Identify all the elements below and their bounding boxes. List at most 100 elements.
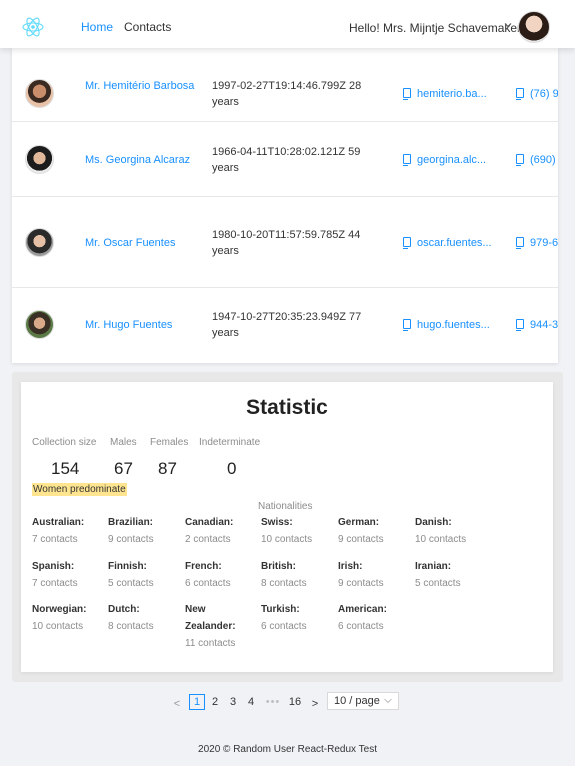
next-page-button[interactable]: > [309,696,321,712]
nationality-item: Turkish: 6 contacts [261,601,337,635]
phone-text: (690) [530,154,556,166]
contact-email[interactable]: oscar.fuentes... [403,235,498,251]
react-logo-icon[interactable] [21,15,45,39]
females-value: 87 [158,459,177,478]
nationality-count: 7 contacts [32,578,78,589]
prev-page-button[interactable]: < [171,696,183,712]
nationality-count: 9 contacts [338,578,384,589]
males-label: Males [110,437,137,448]
nationality-item: Dutch: 8 contacts [108,601,184,635]
phone-text: (76) 9! [530,88,558,100]
table-row: Ms. Georgina Alcaraz 1966-04-11T10:28:02… [12,123,558,197]
nationality-country: German: [338,517,380,528]
contact-email[interactable]: georgina.alc... [403,152,498,168]
footer: 2020 © Random User React-Redux Test [198,744,377,755]
nationality-country: Norwegian: [32,604,87,615]
top-header: Home Contacts Hello! Mrs. Mijntje Schave… [0,0,575,48]
nationality-count: 9 contacts [108,534,154,545]
contact-email[interactable]: hemiterio.ba... [403,86,498,102]
nationality-item: Norwegian: 10 contacts [32,601,108,635]
nationality-country: Australian: [32,517,85,528]
copy-icon[interactable] [403,154,411,166]
user-avatar[interactable] [518,11,550,43]
table-row: Mr. Oscar Fuentes 1980-10-20T11:57:59.78… [12,198,558,288]
nationality-count: 8 contacts [261,578,307,589]
nationality-count: 9 contacts [338,534,384,545]
nationality-count: 5 contacts [108,578,154,589]
males-value: 67 [114,459,133,478]
nationality-country: British: [261,561,296,572]
email-text: oscar.fuentes... [417,237,492,249]
collection-size-label: Collection size [32,437,97,448]
nationality-country: Iranian: [415,561,452,572]
table-row: Mr. Hemitério Barbosa 1997-02-27T19:14:4… [12,48,558,122]
nationality-count: 6 contacts [185,578,231,589]
copy-icon[interactable] [403,319,411,331]
page-4-button[interactable]: 4 [244,694,258,710]
contact-avatar [25,145,54,174]
page-2-button[interactable]: 2 [208,694,222,710]
nationality-item: Canadian: 2 contacts [185,514,261,548]
contact-name[interactable]: Ms. Georgina Alcaraz [85,152,195,168]
nationalities-title: Nationalities [258,501,313,512]
chevron-down-icon [384,698,392,704]
phone-text: 944-39 [530,319,558,331]
copy-icon[interactable] [516,154,524,166]
nationality-item: Danish: 10 contacts [415,514,491,548]
page-size-select[interactable]: 10 / page [327,692,399,710]
nationality-item: German: 9 contacts [338,514,414,548]
contacts-table: Mr. Hemitério Barbosa 1997-02-27T19:14:4… [12,48,558,363]
user-greeting[interactable]: Hello! Mrs. Mijntje Schavemaker [349,21,521,35]
nationality-item: Iranian: 5 contacts [415,558,491,592]
chevron-down-icon[interactable] [503,20,513,30]
nationality-item: Finnish: 5 contacts [108,558,184,592]
contact-phone[interactable]: (690) [516,152,558,168]
contact-name[interactable]: Mr. Hugo Fuentes [85,317,195,333]
contact-name[interactable]: Mr. Oscar Fuentes [85,235,195,251]
nationality-country: Danish: [415,517,452,528]
nationality-item: British: 8 contacts [261,558,337,592]
contact-phone[interactable]: 979-63 [516,235,558,251]
email-text: hugo.fuentes... [417,319,490,331]
copy-icon[interactable] [403,237,411,249]
nationality-country: Irish: [338,561,363,572]
page-16-button[interactable]: 16 [286,694,304,710]
nationality-country: French: [185,561,222,572]
nationality-item: Spanish: 7 contacts [32,558,108,592]
contact-phone[interactable]: 944-39 [516,317,558,333]
copy-icon[interactable] [516,237,524,249]
nationality-country: Spanish: [32,561,75,572]
nationality-count: 2 contacts [185,534,231,545]
nav-contacts[interactable]: Contacts [124,20,171,34]
contact-avatar [25,228,54,257]
nationality-item: Swiss: 10 contacts [261,514,337,548]
nationality-country: Finnish: [108,561,147,572]
nationality-count: 10 contacts [415,534,467,545]
copy-icon[interactable] [516,319,524,331]
nationality-count: 11 contacts [185,638,236,649]
nationality-count: 5 contacts [415,578,461,589]
contact-name[interactable]: Mr. Hemitério Barbosa [85,78,195,94]
page-1-button[interactable]: 1 [189,694,205,710]
nationality-country: Canadian: [185,517,234,528]
nationality-country: Dutch: [108,604,140,615]
copy-icon[interactable] [516,88,524,100]
collection-size-value: 154 [51,459,80,478]
more-pages-button[interactable]: ••• [262,694,284,710]
contact-avatar [25,79,54,108]
nationality-count: 6 contacts [338,621,384,632]
email-text: georgina.alc... [417,154,487,166]
page-3-button[interactable]: 3 [226,694,240,710]
contact-email[interactable]: hugo.fuentes... [403,317,498,333]
nationality-item: Australian: 7 contacts [32,514,108,548]
nationality-country: American: [338,604,387,615]
indeterminate-label: Indeterminate [199,437,261,448]
nationality-count: 7 contacts [32,534,78,545]
nav-home[interactable]: Home [81,20,113,34]
copy-icon[interactable] [403,88,411,100]
email-text: hemiterio.ba... [417,88,487,100]
predominance-badge: Women predominate [32,483,127,496]
nationality-item: French: 6 contacts [185,558,261,592]
contact-dob: 1947-10-27T20:35:23.949Z 77 years [212,311,362,339]
contact-phone[interactable]: (76) 9! [516,86,558,102]
